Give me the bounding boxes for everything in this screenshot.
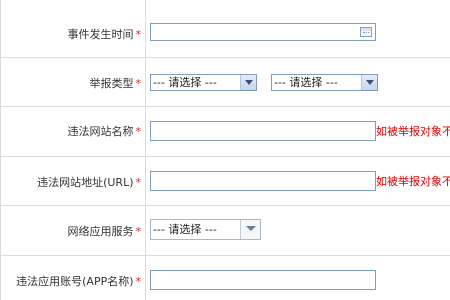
site-name-label: 违法网站名称 * (67, 125, 142, 138)
label-cell: 违法网站地址(URL) * (1, 157, 146, 205)
chevron-down-icon[interactable] (240, 220, 260, 239)
app-service-label: 网络应用服务 * (67, 225, 142, 238)
report-type-select-secondary[interactable]: --- 请选择 --- (271, 74, 378, 91)
site-name-hint: 如被举报对象不 (376, 125, 450, 138)
select-value: --- 请选择 --- (153, 76, 217, 89)
label-cell: 违法网站名称 * (1, 107, 146, 156)
report-type-select-primary[interactable]: --- 请选择 --- (150, 74, 257, 91)
row-report-type: 举报类型 * --- 请选择 --- --- 请选择 --- (1, 58, 450, 107)
row-site-url: 违法网站地址(URL) * 如被举报对象不 (1, 157, 450, 206)
label-cell: 事件发生时间 * (1, 0, 146, 57)
site-url-label: 违法网站地址(URL) * (37, 176, 141, 189)
chevron-down-icon[interactable] (361, 75, 377, 90)
label-cell: 违法应用账号(APP名称) * (1, 256, 146, 300)
row-app-account: 违法应用账号(APP名称) * (1, 256, 450, 300)
calendar-icon[interactable] (360, 27, 372, 37)
event-time-label: 事件发生时间 * (67, 28, 142, 41)
site-name-input[interactable] (150, 121, 376, 141)
row-site-name: 违法网站名称 * 如被举报对象不 (1, 107, 450, 157)
report-form: 事件发生时间 * 举报类型 * --- 请选择 --- --- 请选择 --- 违法… (0, 0, 450, 300)
app-service-select[interactable]: --- 请选择 --- (150, 219, 261, 240)
label-cell: 网络应用服务 * (1, 206, 146, 255)
report-type-label: 举报类型 * (89, 77, 142, 90)
label-cell: 举报类型 * (1, 58, 146, 106)
select-value: --- 请选择 --- (274, 76, 338, 89)
app-account-input[interactable] (150, 270, 376, 290)
site-url-hint: 如被举报对象不 (376, 175, 450, 188)
app-account-label: 违法应用账号(APP名称) * (16, 275, 141, 288)
event-time-input[interactable] (150, 23, 376, 41)
site-url-input[interactable] (150, 171, 376, 191)
row-app-service: 网络应用服务 * --- 请选择 --- (1, 206, 450, 256)
chevron-down-icon[interactable] (240, 75, 256, 90)
select-value: --- 请选择 --- (153, 223, 217, 236)
row-event-time: 事件发生时间 * (1, 0, 450, 58)
